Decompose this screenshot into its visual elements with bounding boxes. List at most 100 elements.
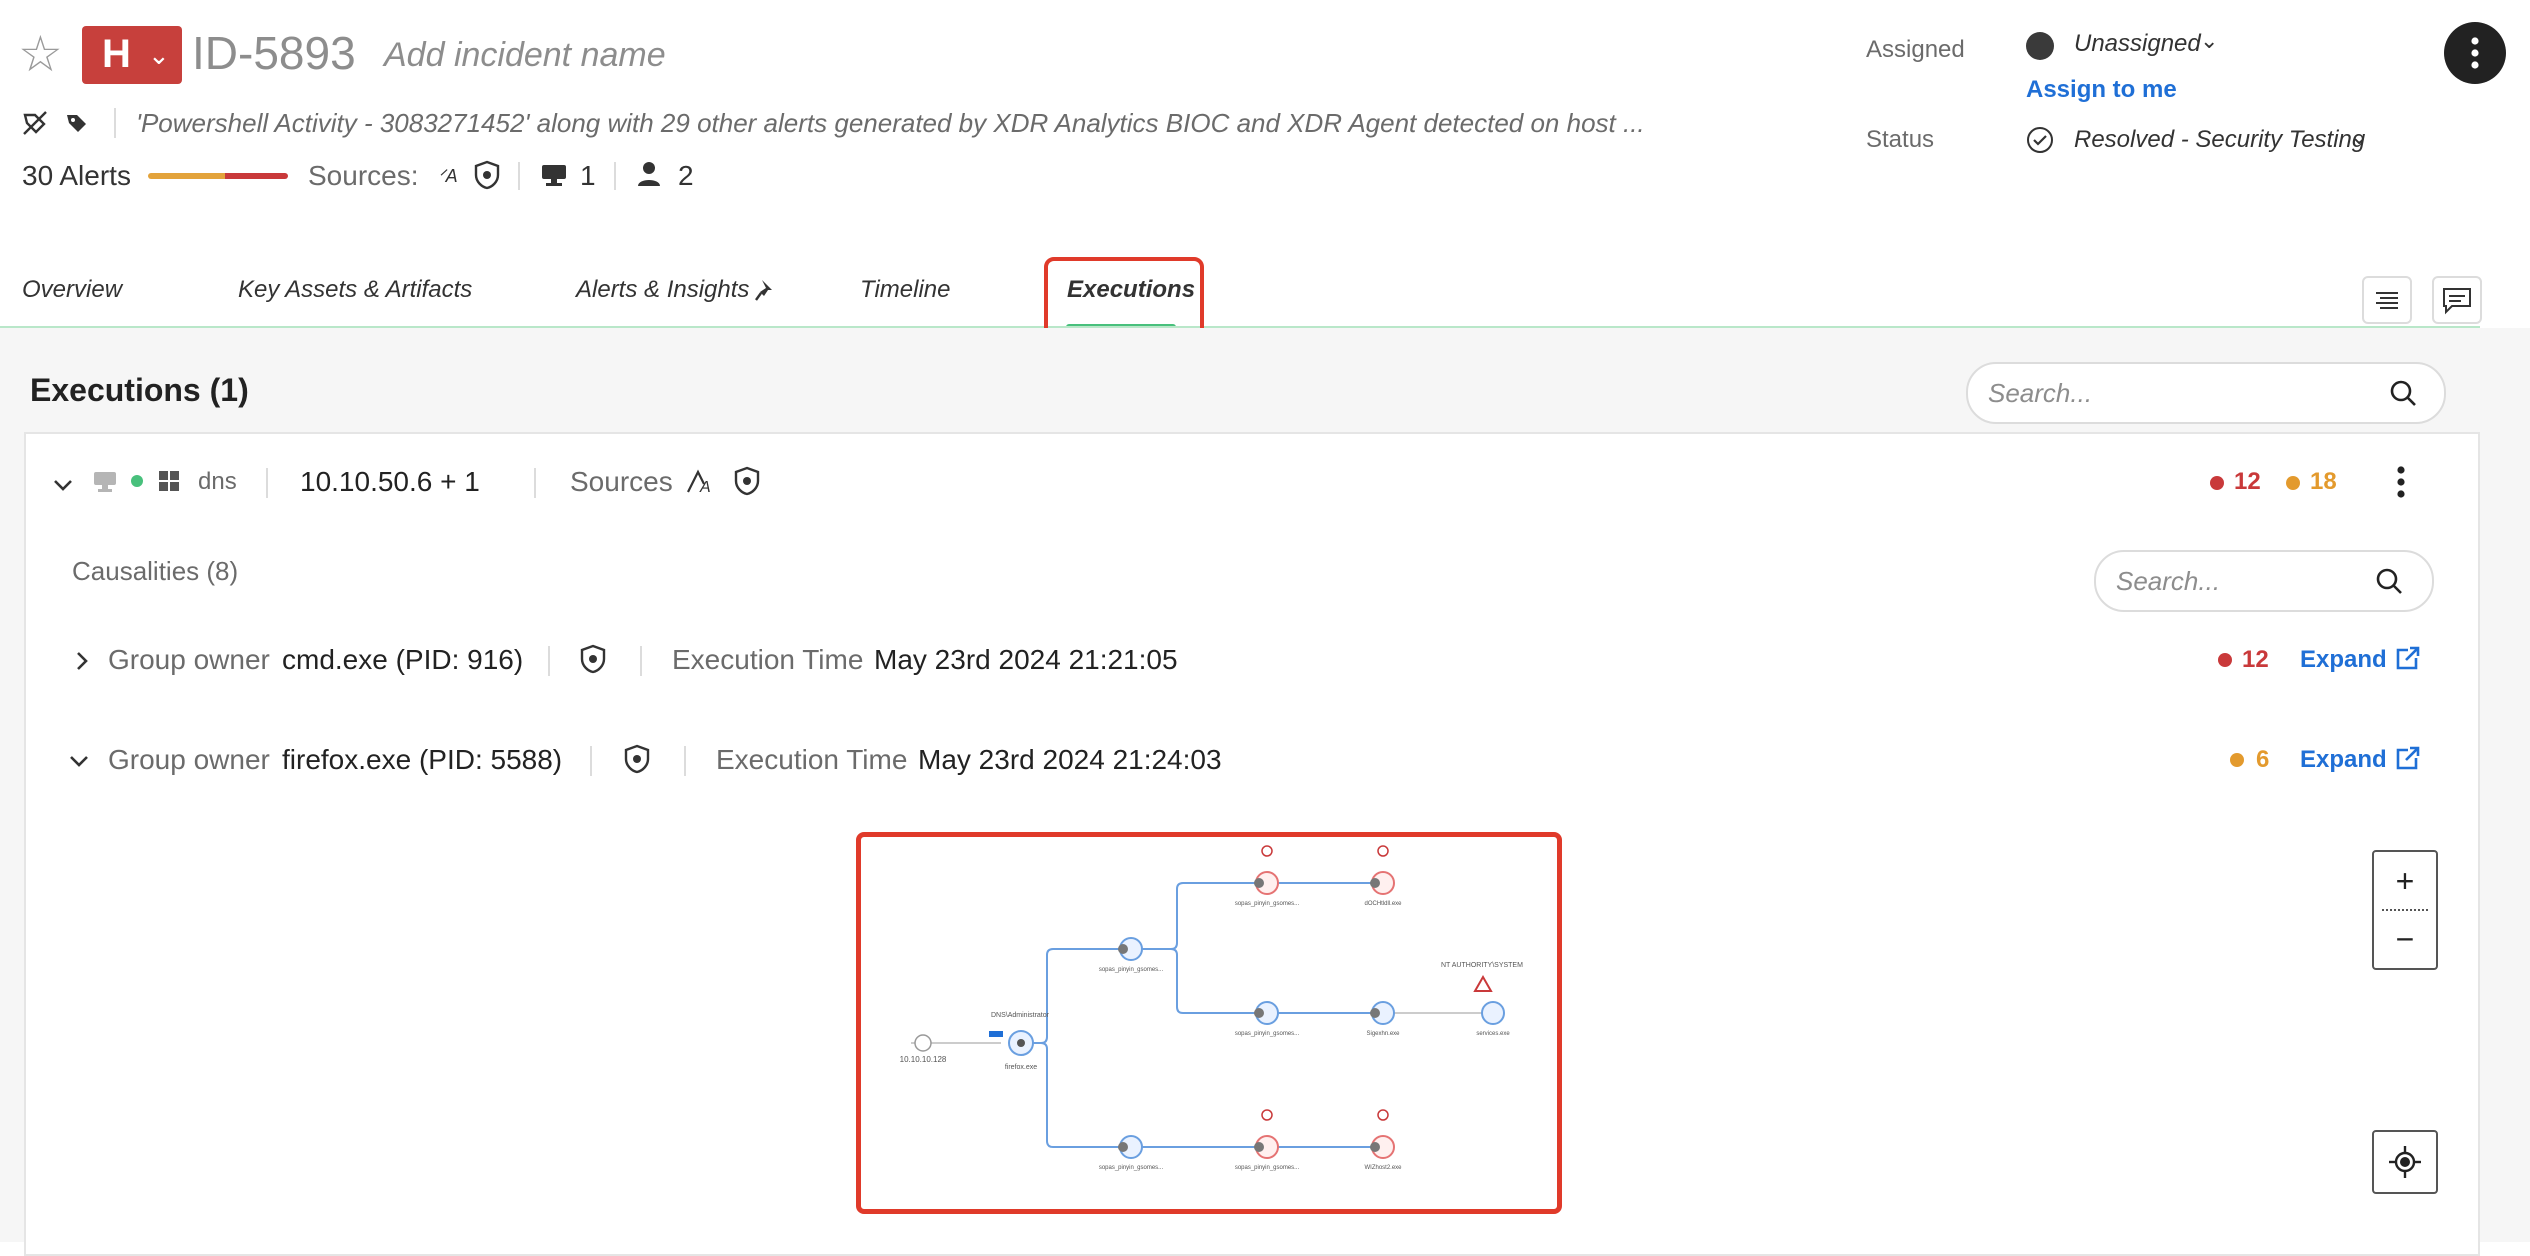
- check-circle-icon: [2027, 127, 2053, 153]
- list-icon: [2376, 292, 2398, 309]
- zoom-controls: + −: [2372, 850, 2438, 970]
- expand-link[interactable]: Expand: [2300, 746, 2387, 774]
- expand-chevron-icon[interactable]: [74, 650, 90, 672]
- execution-time-label: Execution Time: [716, 744, 908, 775]
- incident-description: 'Powershell Activity - 3083271452' along…: [136, 108, 1645, 138]
- sources-label: Sources:: [308, 160, 419, 191]
- comments-button[interactable]: [2432, 276, 2482, 324]
- host-ip: 10.10.50.6 + 1: [300, 466, 480, 497]
- group-owner-process: cmd.exe (PID: 916): [282, 644, 524, 675]
- diagram-node[interactable]: sopas_pinyin_gsomes...: [1235, 1001, 1300, 1037]
- alerts-count: 30 Alerts: [22, 160, 131, 191]
- untag-icon[interactable]: [22, 110, 48, 136]
- zoom-in-button[interactable]: +: [2374, 852, 2436, 910]
- diagram-node[interactable]: sopas_pinyin_gsomes...: [1099, 937, 1164, 973]
- group-owner-process: firefox.exe (PID: 5588): [282, 744, 563, 775]
- diagram-ip-node: 10.10.10.128: [900, 1034, 947, 1064]
- analytics-source-icon: A: [687, 469, 711, 496]
- diagram-user-label: DNS\Administrator: [991, 1012, 1050, 1019]
- severity-letter: H: [102, 32, 131, 76]
- search-icon: [2376, 568, 2402, 594]
- alerts-severity-bar: [148, 173, 288, 179]
- group-alert-count: 12: [2242, 646, 2269, 673]
- diagram-ip-label: 10.10.10.128: [900, 1055, 947, 1064]
- expand-link[interactable]: Expand: [2300, 646, 2387, 674]
- assignee-dropdown[interactable]: Unassigned: [2074, 30, 2201, 58]
- agent-shield-icon: [580, 644, 606, 674]
- high-alerts-count: 12: [2234, 468, 2261, 495]
- svg-text:WIZhost2.exe: WIZhost2.exe: [1364, 1165, 1402, 1171]
- host-icon: [94, 472, 116, 492]
- diagram-node[interactable]: sopas_pinyin_gsomes...: [1235, 1109, 1300, 1171]
- execution-time-value: May 23rd 2024 21:24:03: [918, 744, 1222, 775]
- recenter-button[interactable]: [2372, 1130, 2438, 1194]
- incident-name-field[interactable]: Add incident name: [384, 36, 666, 75]
- assign-to-me-link[interactable]: Assign to me: [2026, 76, 2177, 104]
- causalities-title: Causalities (8): [72, 556, 239, 586]
- collapse-chevron-icon[interactable]: [52, 478, 74, 494]
- host-name: dns: [198, 468, 237, 495]
- causalities-search-input[interactable]: Search...: [2094, 550, 2434, 612]
- favorite-star-icon[interactable]: ☆: [18, 24, 63, 84]
- causality-graph[interactable]: 10.10.10.128 DNS\Administrator firefox.e…: [856, 832, 1562, 1214]
- causality-graph-canvas[interactable]: 10.10.10.128 DNS\Administrator firefox.e…: [861, 837, 1557, 1209]
- kebab-icon: [2471, 37, 2479, 69]
- search-placeholder: Search...: [1988, 378, 2093, 408]
- comment-icon: [2443, 288, 2471, 315]
- svg-text:ᐟA: ᐟA: [438, 166, 458, 186]
- svg-text:sopas_pinyin_gsomes...: sopas_pinyin_gsomes...: [1235, 1165, 1300, 1171]
- group-alert-count: 6: [2256, 746, 2270, 773]
- windows-icon: [159, 471, 179, 491]
- pin-icon[interactable]: [754, 278, 778, 304]
- diagram-node[interactable]: sopas_pinyin_gsomes...: [1235, 845, 1300, 907]
- crosshair-icon: [2389, 1146, 2421, 1178]
- svg-text:A: A: [699, 479, 711, 496]
- group-owner-label: Group owner: [108, 644, 270, 675]
- svg-text:Sigexhn.exe: Sigexhn.exe: [1366, 1031, 1400, 1037]
- svg-text:sopas_pinyin_gsomes...: sopas_pinyin_gsomes...: [1099, 1165, 1164, 1171]
- medium-alerts-count: 18: [2310, 468, 2337, 495]
- external-link-icon[interactable]: [2392, 744, 2422, 774]
- tab-overview[interactable]: Overview: [22, 276, 122, 304]
- diagram-root-node[interactable]: DNS\Administrator firefox.exe: [989, 1012, 1050, 1071]
- assignee-avatar: [2026, 32, 2054, 60]
- agent-shield-icon: [734, 466, 760, 496]
- collapse-chevron-icon[interactable]: [68, 754, 90, 770]
- chevron-down-icon: ⌄: [2200, 28, 2219, 53]
- status-dropdown[interactable]: Resolved - Security Testing: [2074, 126, 2365, 154]
- more-actions-button[interactable]: [2444, 22, 2506, 84]
- medium-severity-dot: [2286, 476, 2300, 490]
- tab-key-assets[interactable]: Key Assets & Artifacts: [238, 276, 472, 304]
- diagram-root-label: firefox.exe: [1005, 1064, 1037, 1071]
- hosts-count: 1: [580, 160, 596, 191]
- svg-text:sopas_pinyin_gsomes...: sopas_pinyin_gsomes...: [1235, 901, 1300, 907]
- external-link-icon[interactable]: [2392, 644, 2422, 674]
- tab-alerts-insights[interactable]: Alerts & Insights: [576, 276, 749, 304]
- agent-shield-icon: [474, 160, 500, 190]
- high-severity-dot: [2210, 476, 2224, 490]
- tab-timeline[interactable]: Timeline: [860, 276, 950, 304]
- incident-id: ID-5893: [192, 27, 356, 79]
- diagram-node[interactable]: WIZhost2.exe: [1364, 1109, 1402, 1171]
- execution-time-value: May 23rd 2024 21:21:05: [874, 644, 1178, 675]
- chevron-down-icon: ⌄: [2350, 124, 2369, 149]
- svg-text:dOCHtldll.exe: dOCHtldll.exe: [1364, 901, 1402, 907]
- user-icon: [638, 162, 660, 186]
- chevron-down-icon: ⌄: [148, 40, 170, 70]
- search-icon: [2390, 380, 2416, 406]
- diagram-node[interactable]: NT AUTHORITY\SYSTEM services.exe: [1441, 962, 1523, 1037]
- diagram-node[interactable]: dOCHtldll.exe: [1364, 845, 1402, 907]
- diagram-node[interactable]: Sigexhn.exe: [1366, 1001, 1400, 1037]
- executions-search-input[interactable]: Search...: [1966, 362, 2446, 424]
- severity-dropdown[interactable]: H ⌄: [82, 26, 182, 84]
- zoom-out-button[interactable]: −: [2374, 910, 2436, 968]
- svg-text:sopas_pinyin_gsomes...: sopas_pinyin_gsomes...: [1099, 967, 1164, 973]
- analytics-source-icon: ᐟA: [438, 166, 458, 186]
- host-sources-label: Sources: [570, 466, 673, 497]
- medium-severity-dot: [2230, 753, 2244, 767]
- host-kebab-icon[interactable]: [2388, 462, 2414, 502]
- list-view-button[interactable]: [2362, 276, 2412, 324]
- diagram-node[interactable]: sopas_pinyin_gsomes...: [1099, 1135, 1164, 1171]
- agent-shield-icon: [624, 744, 650, 774]
- tag-icon[interactable]: [64, 110, 90, 136]
